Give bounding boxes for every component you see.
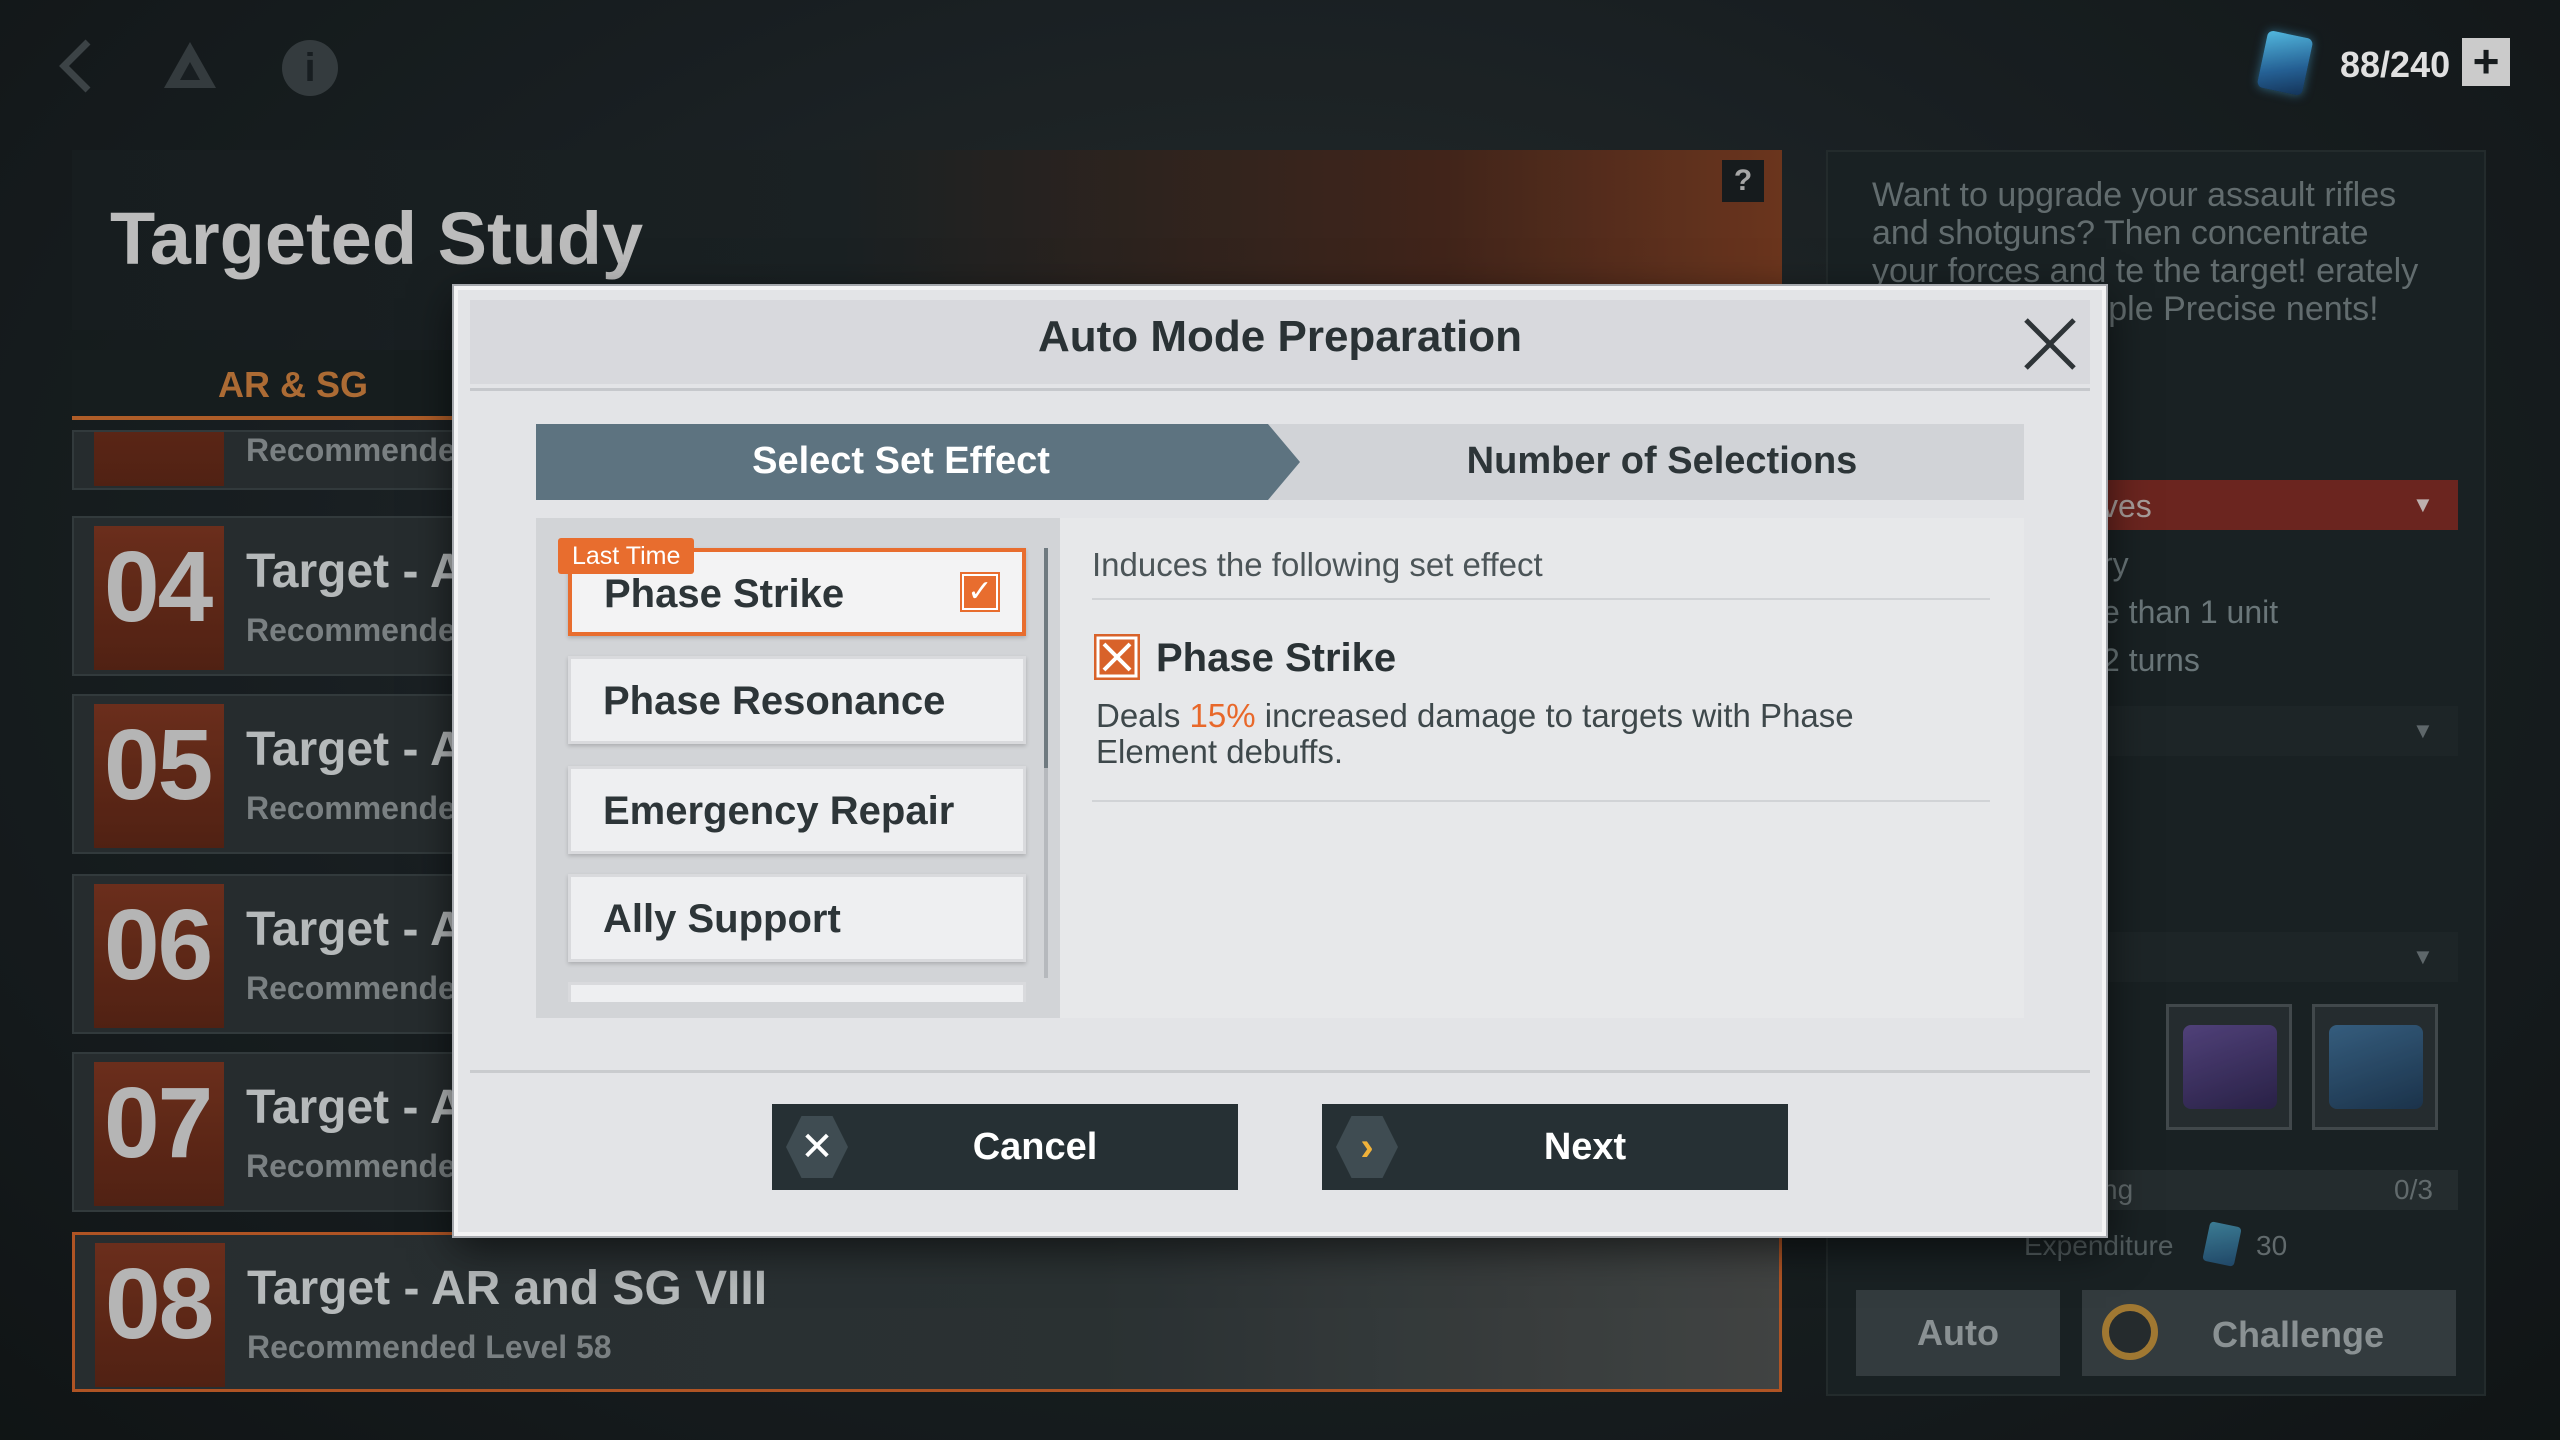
set-effect-label: Emergency Repair (603, 789, 955, 833)
detail-desc-pre: Deals (1096, 697, 1190, 734)
next-button[interactable]: › Next (1322, 1104, 1788, 1190)
close-icon[interactable] (2012, 306, 2088, 382)
detail-name: Phase Strike (1156, 636, 1397, 680)
last-time-badge: Last Time (558, 538, 695, 574)
divider (470, 388, 2090, 391)
scrollbar-thumb[interactable] (1044, 548, 1048, 768)
step-1-label: Select Set Effect (752, 440, 1050, 482)
dialog-title: Auto Mode Preparation (1037, 312, 1523, 361)
set-effect-option-emergency-repair[interactable]: Emergency Repair (568, 766, 1026, 854)
set-effect-label: Phase Strike (604, 572, 845, 616)
divider (470, 1070, 2090, 1073)
phase-strike-icon (1094, 634, 1140, 680)
detail-description: Deals 15% increased damage to targets wi… (1096, 698, 1976, 770)
next-label: Next (1543, 1126, 1627, 1168)
checkbox-checked-icon[interactable]: ✓ (962, 574, 998, 610)
detail-caption: Induces the following set effect (1092, 546, 1543, 583)
divider (1092, 800, 1990, 802)
cancel-button[interactable]: ✕ Cancel (772, 1104, 1238, 1190)
divider (1092, 598, 1990, 600)
step-number-of-selections[interactable]: Number of Selections (1300, 440, 2024, 483)
set-effect-label: Ally Support (603, 897, 841, 941)
set-effect-option-phase-resonance[interactable]: Phase Resonance (568, 656, 1026, 744)
cancel-label: Cancel (972, 1126, 1098, 1168)
detail-desc-highlight: 15% (1189, 697, 1256, 734)
set-effect-label: Phase Resonance (603, 679, 946, 723)
set-effect-option-ally-support[interactable]: Ally Support (568, 874, 1026, 962)
